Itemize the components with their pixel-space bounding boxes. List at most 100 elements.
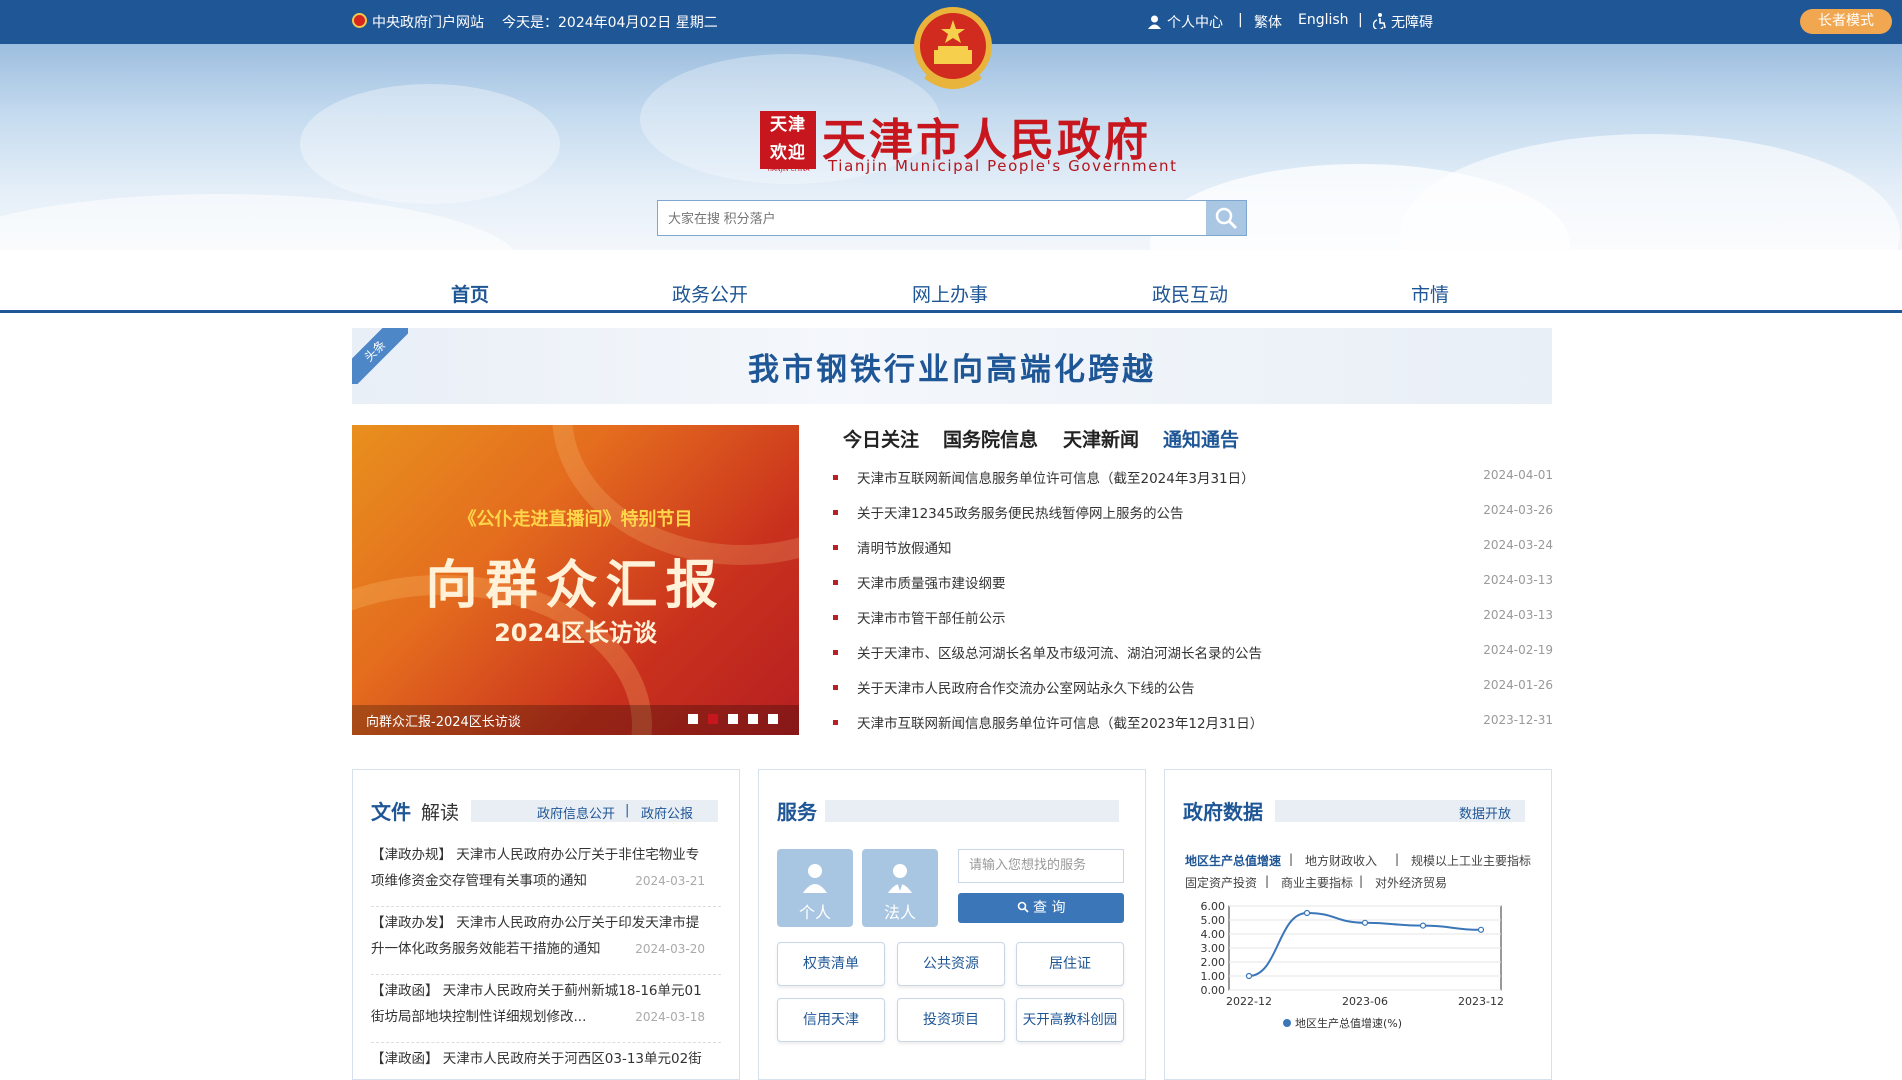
service-button[interactable]: 信用天津: [777, 998, 885, 1042]
headline-banner: 头条 我市钢铁行业向高端化跨越: [352, 328, 1552, 404]
tab-fixed-asset-investment[interactable]: 固定资产投资: [1185, 874, 1257, 891]
document-item[interactable]: 【津政函】 天津市人民政府关于河西区03-13单元02街: [371, 1046, 723, 1072]
tab-foreign-trade[interactable]: 对外经济贸易: [1375, 874, 1447, 891]
news-item[interactable]: 天津市市管干部任前公示 2024-03-13: [833, 607, 1553, 627]
search-icon: [1017, 901, 1029, 913]
tab-gdp-growth[interactable]: 地区生产总值增速: [1185, 852, 1281, 869]
gov-data-header: 政府数据 数据开放: [1183, 796, 1535, 824]
service-query-button[interactable]: 查 询: [958, 893, 1124, 923]
banner-subtitle: 《公仆走进直播间》特别节目: [458, 509, 693, 530]
accessibility-icon: [1372, 13, 1387, 31]
nav-interaction[interactable]: 政民互动: [1120, 280, 1260, 307]
nav-city-info[interactable]: 市情: [1360, 280, 1500, 307]
news-item[interactable]: 清明节放假通知 2024-03-24: [833, 537, 1553, 557]
tab-state-council[interactable]: 国务院信息: [943, 425, 1038, 452]
national-emblem-icon: [912, 6, 994, 96]
document-item[interactable]: 【津政办发】 天津市人民政府办公厅关于印发天津市提 升一体化政务服务效能若干措施的…: [371, 910, 723, 962]
separator: |: [1238, 12, 1243, 28]
tianjin-seal-logo: 天津 欢迎: [760, 111, 816, 169]
service-search-input[interactable]: 请输入您想找的服务: [958, 849, 1124, 883]
documents-panel: 文件 解读 政府信息公开 | 政府公报 【津政办规】 天津市人民政府办公厅关于非…: [352, 769, 740, 1080]
legal-person-icon: [888, 863, 912, 893]
service-title: 服务: [777, 800, 817, 824]
search-icon: [1215, 207, 1238, 230]
chart-point: [1361, 919, 1369, 926]
carousel-dot[interactable]: [768, 714, 778, 724]
elder-mode-button[interactable]: 长者模式: [1800, 9, 1892, 34]
news-item[interactable]: 天津市互联网新闻信息服务单位许可信息（截至2024年3月31日） 2024-04-…: [833, 467, 1553, 487]
chart-svg: 0.001.002.003.004.005.006.00 2022-12 2023-…: [1201, 900, 1504, 1030]
news-panel: 今日关注 国务院信息 天津新闻 通知通告 天津市互联网新闻信息服务单位许可信息（…: [833, 425, 1553, 735]
service-button[interactable]: 天开高教科创园: [1016, 998, 1124, 1042]
service-button[interactable]: 居住证: [1016, 942, 1124, 986]
english-link[interactable]: English: [1298, 12, 1349, 28]
accessibility-link[interactable]: 无障碍: [1391, 12, 1433, 32]
tab-industrial-indicators[interactable]: 规模以上工业主要指标: [1411, 852, 1531, 869]
carousel-dot[interactable]: [728, 714, 738, 724]
main-nav: 首页 政务公开 网上办事 政民互动 市情: [352, 270, 1552, 310]
carousel-dot[interactable]: [748, 714, 758, 724]
document-item[interactable]: 【津政函】 天津市人民政府关于蓟州新城18-16单元01 街坊局部地块控制性详细规…: [371, 978, 723, 1030]
news-item[interactable]: 关于天津12345政务服务便民热线暂停网上服务的公告 2024-03-26: [833, 502, 1553, 522]
nav-divider: [0, 310, 1902, 313]
tab-notices[interactable]: 通知通告: [1163, 425, 1239, 452]
documents-subtitle: 解读: [421, 802, 460, 824]
service-button[interactable]: 公共资源: [897, 942, 1005, 986]
chart-legend-label: 地区生产总值增速(%): [1295, 1016, 1402, 1030]
data-open-link[interactable]: 数据开放: [1459, 803, 1511, 822]
tab-fiscal-revenue[interactable]: 地方财政收入: [1305, 852, 1377, 869]
gov-data-title: 政府数据: [1183, 800, 1263, 824]
service-button[interactable]: 权责清单: [777, 942, 885, 986]
service-button[interactable]: 投资项目: [897, 998, 1005, 1042]
headline-link[interactable]: 我市钢铁行业向高端化跨越: [352, 344, 1552, 389]
separator: |: [1358, 12, 1363, 28]
chart-y-tick-label: 3.00: [1201, 942, 1226, 955]
search-button[interactable]: [1206, 201, 1246, 235]
service-header: 服务: [777, 796, 1129, 824]
news-item[interactable]: 天津市质量强市建设纲要 2024-03-13: [833, 572, 1553, 592]
documents-title: 文件: [371, 800, 411, 824]
banner-title: 向群众汇报: [425, 555, 726, 616]
chart-point: [1245, 972, 1253, 980]
carousel[interactable]: 《公仆走进直播间》特别节目 向群众汇报 2024区长访谈 向群众汇报-2024区…: [352, 425, 799, 735]
personal-service-button[interactable]: 个人: [777, 849, 853, 927]
tab-commerce-indicators[interactable]: 商业主要指标: [1281, 874, 1353, 891]
news-item[interactable]: 关于天津市、区级总河湖长名单及市级河流、湖泊河湖长名录的公告 2024-02-19: [833, 642, 1553, 662]
document-item[interactable]: 【津政办规】 天津市人民政府办公厅关于非住宅物业专 项维修资金交存管理有关事项的通…: [371, 842, 723, 894]
nav-home[interactable]: 首页: [400, 280, 540, 307]
gov-data-panel: 政府数据 数据开放 地区生产总值增速 | 地方财政收入 | 规模以上工业主要指标…: [1164, 769, 1552, 1080]
today-date: 今天是：2024年04月02日 星期二: [502, 15, 718, 31]
chart-legend-marker: [1283, 1019, 1291, 1027]
nav-gov-affairs[interactable]: 政务公开: [640, 280, 780, 307]
tab-tianjin-news[interactable]: 天津新闻: [1063, 425, 1139, 452]
gov-portal-link[interactable]: 中央政府门户网站: [372, 12, 484, 32]
documents-header: 文件 解读 政府信息公开 | 政府公报: [371, 796, 723, 824]
nav-online-service[interactable]: 网上办事: [880, 280, 1020, 307]
gov-gazette-link[interactable]: 政府公报: [641, 803, 693, 822]
traditional-link[interactable]: 繁体: [1254, 12, 1282, 32]
gov-info-public-link[interactable]: 政府信息公开: [537, 803, 615, 822]
tab-today-focus[interactable]: 今日关注: [843, 425, 919, 452]
person-icon: [803, 863, 827, 893]
chart-y-tick-label: 5.00: [1201, 914, 1226, 927]
user-center-link[interactable]: 个人中心: [1167, 12, 1223, 32]
user-icon: [1148, 14, 1161, 29]
search-input[interactable]: [658, 201, 1206, 235]
legal-entity-service-button[interactable]: 法人: [862, 849, 938, 927]
chart-point: [1303, 909, 1311, 917]
site-subtitle: Tianjin Municipal People's Government: [828, 157, 1178, 175]
national-emblem-small-icon: [352, 13, 367, 28]
news-item[interactable]: 天津市互联网新闻信息服务单位许可信息（截至2023年12月31日） 2023-12…: [833, 712, 1553, 732]
banner-tagline: 2024区长访谈: [494, 619, 657, 647]
chart-y-tick-label: 6.00: [1201, 900, 1226, 913]
carousel-dot[interactable]: [688, 714, 698, 724]
chart-y-tick-label: 0.00: [1201, 984, 1226, 997]
chart-x-tick-label: 2023-12: [1458, 995, 1504, 1008]
carousel-dot-active[interactable]: [708, 714, 718, 724]
chart-y-tick-label: 4.00: [1201, 928, 1226, 941]
service-panel: 服务 个人 法人 请输入您想找的服务 查 询 权责清单 公共资源 居住证 信用天…: [758, 769, 1146, 1080]
news-item[interactable]: 关于天津市人民政府合作交流办公室网站永久下线的公告 2024-01-26: [833, 677, 1553, 697]
chart-point: [1477, 926, 1485, 933]
search-box: [657, 200, 1247, 236]
gdp-growth-chart: 0.00 1.00 2.00 3.00 4.00 5.00 6.00 2022-12 2023-…: [1165, 890, 1551, 1079]
